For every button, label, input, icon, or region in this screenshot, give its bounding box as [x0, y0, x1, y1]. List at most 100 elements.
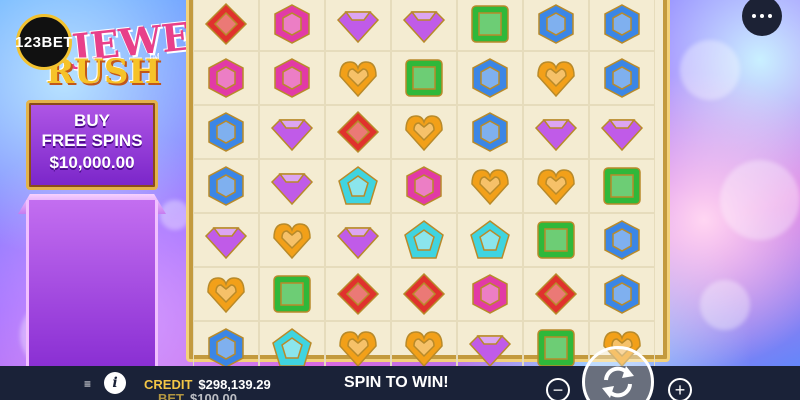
grid-cell [391, 51, 457, 105]
grid-cell [259, 213, 325, 267]
grid-cell [325, 159, 391, 213]
grid-cell [325, 105, 391, 159]
info-icon[interactable]: i [104, 372, 126, 394]
purple-gem-icon [270, 173, 314, 206]
credit-value: $298,139.29 [198, 377, 271, 392]
grid-cell [457, 105, 523, 159]
credit-label: CREDIT [144, 377, 193, 392]
grid-cell [523, 267, 589, 321]
grid-cell [259, 267, 325, 321]
orange-gem-icon [537, 61, 575, 98]
cyan-gem-icon [338, 166, 378, 205]
green-gem-icon [537, 221, 575, 259]
blue-gem-icon [604, 220, 640, 260]
bet-value: $100.00 [190, 391, 237, 400]
grid-cell [589, 213, 655, 267]
pink-gem-icon [472, 274, 508, 314]
game-logo: JEWEL RUSH TM 123BET [10, 0, 219, 95]
grid-cell [193, 267, 259, 321]
grid-cell [457, 159, 523, 213]
grid-cell [523, 159, 589, 213]
grid-cell [391, 159, 457, 213]
symbol-grid [193, 0, 663, 375]
pink-gem-icon [406, 166, 442, 206]
grid-cell [391, 0, 457, 51]
spin-message: SPIN TO WIN! [344, 374, 449, 391]
grid-cell [193, 105, 259, 159]
blue-gem-icon [538, 4, 574, 44]
green-gem-icon [273, 275, 311, 313]
orange-gem-icon [207, 277, 245, 314]
purple-gem-icon [468, 335, 512, 368]
grid-cell [193, 0, 259, 51]
orange-gem-icon [339, 331, 377, 368]
green-gem-icon [405, 59, 443, 97]
logo-trademark: TM [148, 52, 160, 61]
hamburger-icon[interactable]: ≡ [84, 377, 91, 391]
purple-gem-icon [270, 119, 314, 152]
grid-cell [457, 0, 523, 51]
green-gem-icon [537, 329, 575, 367]
purple-gem-icon [336, 11, 380, 44]
grid-cell [589, 159, 655, 213]
cyan-gem-icon [470, 220, 510, 259]
grid-cell [193, 213, 259, 267]
grid-cell [193, 51, 259, 105]
bet-display: BET $100.00 [158, 391, 237, 400]
increase-bet-button[interactable]: + [668, 378, 692, 400]
blue-gem-icon [208, 166, 244, 206]
orange-gem-icon [537, 169, 575, 206]
bet-label: BET [158, 391, 184, 400]
grid-cell [523, 51, 589, 105]
grid-cell [589, 267, 655, 321]
side-panel [26, 200, 158, 370]
purple-gem-icon [336, 227, 380, 260]
pink-gem-icon [274, 4, 310, 44]
grid-cell [325, 213, 391, 267]
grid-cell [259, 105, 325, 159]
pink-gem-icon [274, 58, 310, 98]
grid-cell [325, 51, 391, 105]
grid-cell [325, 267, 391, 321]
cyan-gem-icon [404, 220, 444, 259]
red-gem-icon [336, 272, 380, 316]
grid-cell [325, 0, 391, 51]
credit-display: CREDIT $298,139.29 [144, 377, 271, 392]
brand-badge: 123BET [15, 14, 73, 70]
reel-frame [186, 0, 670, 375]
purple-gem-icon [204, 227, 248, 260]
grid-cell [259, 51, 325, 105]
orange-gem-icon [339, 61, 377, 98]
purple-gem-icon [534, 119, 578, 152]
blue-gem-icon [472, 58, 508, 98]
spin-arrows-icon [602, 366, 634, 398]
pink-gem-icon [208, 58, 244, 98]
grid-cell [391, 105, 457, 159]
grid-cell [589, 0, 655, 51]
blue-gem-icon [208, 328, 244, 368]
buy-free-spins-button[interactable]: BUY FREE SPINS $10,000.00 [26, 100, 158, 190]
grid-cell [589, 51, 655, 105]
red-gem-icon [534, 272, 578, 316]
cyan-gem-icon [272, 328, 312, 367]
grid-cell [457, 213, 523, 267]
orange-gem-icon [405, 115, 443, 152]
orange-gem-icon [471, 169, 509, 206]
grid-cell [391, 213, 457, 267]
buy-label: BUY [74, 111, 110, 130]
green-gem-icon [603, 167, 641, 205]
grid-cell [457, 51, 523, 105]
red-gem-icon [204, 2, 248, 46]
grid-cell [523, 213, 589, 267]
decrease-bet-button[interactable]: − [546, 378, 570, 400]
green-gem-icon [471, 5, 509, 43]
buy-price: $10,000.00 [49, 153, 135, 172]
blue-gem-icon [604, 58, 640, 98]
free-spins-label: FREE SPINS [41, 131, 143, 150]
blue-gem-icon [472, 112, 508, 152]
grid-cell [523, 105, 589, 159]
red-gem-icon [336, 110, 380, 154]
blue-gem-icon [604, 274, 640, 314]
more-dots-icon [752, 14, 756, 18]
grid-cell [523, 0, 589, 51]
